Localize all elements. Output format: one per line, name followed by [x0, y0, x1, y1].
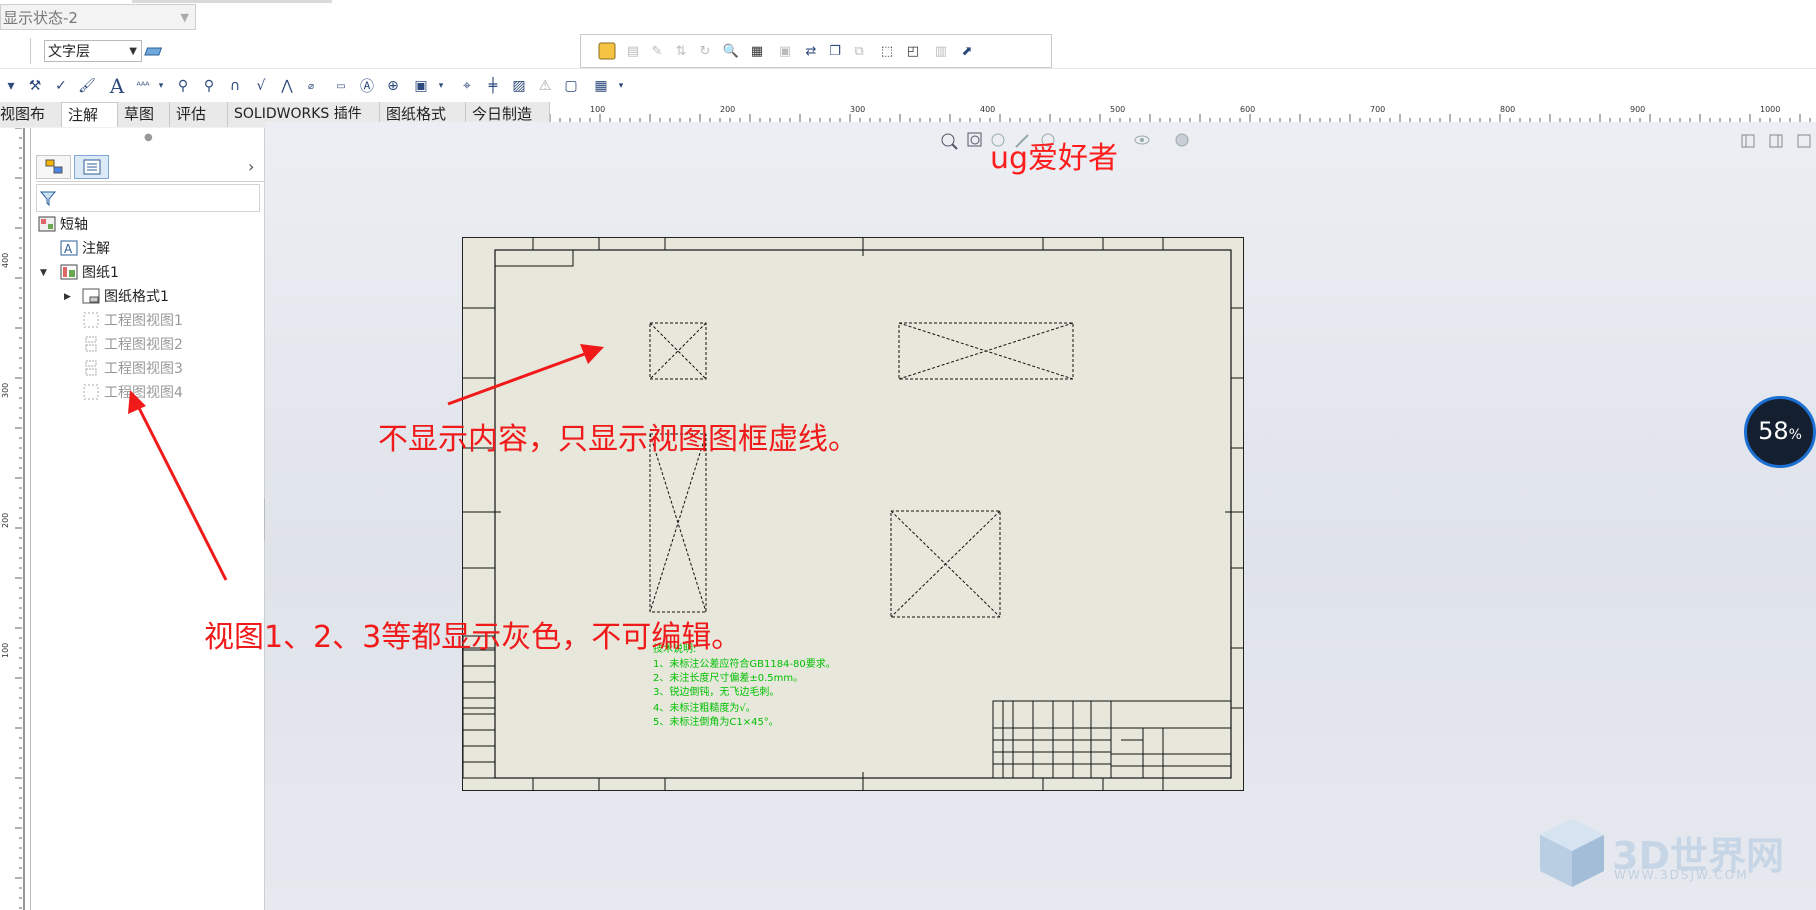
- progress-value: 58: [1758, 417, 1789, 445]
- annotation-frames-note: 不显示内容，只显示视图图框虚线。: [378, 422, 858, 457]
- cube-icon: [1540, 819, 1604, 887]
- logo-url: WWW.3DSJW.COM: [1614, 868, 1749, 882]
- arrow-line: [136, 405, 228, 581]
- progress-unit: %: [1788, 427, 1802, 443]
- progress-badge[interactable]: 58%: [1744, 396, 1816, 468]
- arrowhead: [128, 390, 146, 414]
- arrow-line: [447, 350, 591, 406]
- annotation-grey-note: 视图1、2、3等都显示灰色，不可编辑。: [204, 620, 742, 655]
- annotation-arrows: [128, 344, 604, 581]
